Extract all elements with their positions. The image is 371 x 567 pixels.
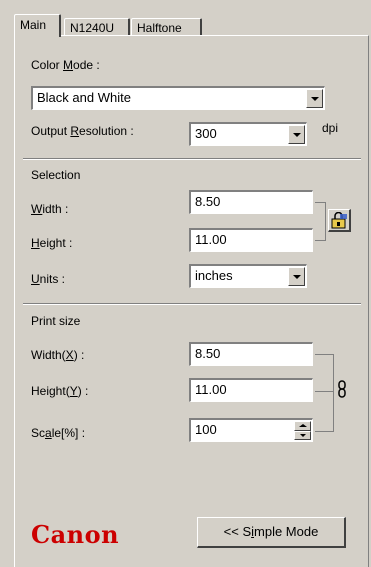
chevron-down-icon [292, 132, 301, 137]
chain-link-icon[interactable] [337, 380, 347, 398]
divider [23, 303, 361, 305]
lock-icon [331, 211, 347, 228]
color-mode-label: Color Mode : [31, 58, 100, 72]
aspect-lock-button[interactable] [328, 209, 351, 232]
print-size-bracket-mid [315, 391, 333, 392]
selection-height-label: Height : [31, 236, 73, 250]
dpi-unit-label: dpi [322, 121, 339, 135]
tab-main[interactable]: Main [14, 14, 61, 37]
main-tab-panel: Color Mode : Black and White Output Reso… [14, 35, 369, 567]
output-resolution-select[interactable]: 300 [189, 122, 307, 146]
selection-heading: Selection [31, 168, 81, 182]
chevron-up-icon [298, 424, 307, 428]
units-dropdown-button[interactable] [288, 267, 305, 286]
chevron-down-icon [292, 274, 301, 279]
resolution-dropdown-button[interactable] [288, 125, 305, 144]
selection-width-input[interactable]: 8.50 [189, 190, 313, 214]
aspect-bracket [315, 202, 326, 241]
color-mode-select[interactable]: Black and White [31, 86, 325, 110]
chevron-down-icon [299, 433, 306, 437]
selection-width-label: Width : [31, 202, 69, 216]
tab-n1240u[interactable]: N1240U [64, 18, 130, 36]
scale-spin-down-button[interactable] [294, 430, 311, 440]
print-width-label: Width(X) : [31, 348, 85, 362]
scale-label: Scale[%] : [31, 426, 86, 440]
scale-spin-up-button[interactable] [294, 421, 311, 431]
print-size-heading: Print size [31, 314, 81, 328]
divider [23, 158, 361, 160]
color-mode-dropdown-button[interactable] [306, 89, 323, 108]
units-label: Units : [31, 272, 66, 286]
selection-height-input[interactable]: 11.00 [189, 228, 313, 252]
units-select[interactable]: inches [189, 264, 307, 288]
tab-halftone[interactable]: Halftone [131, 18, 202, 36]
output-resolution-label: Output Resolution : [31, 124, 134, 138]
scale-spinbox[interactable]: 100 [189, 418, 313, 442]
print-width-input[interactable]: 8.50 [189, 342, 313, 366]
simple-mode-button[interactable]: << Simple Mode [197, 517, 346, 548]
print-height-input[interactable]: 11.00 [189, 378, 313, 402]
print-size-bracket [315, 354, 334, 432]
print-height-label: Height(Y) : [31, 384, 89, 398]
chevron-down-icon [310, 96, 319, 101]
canon-logo: Canon [31, 520, 120, 549]
